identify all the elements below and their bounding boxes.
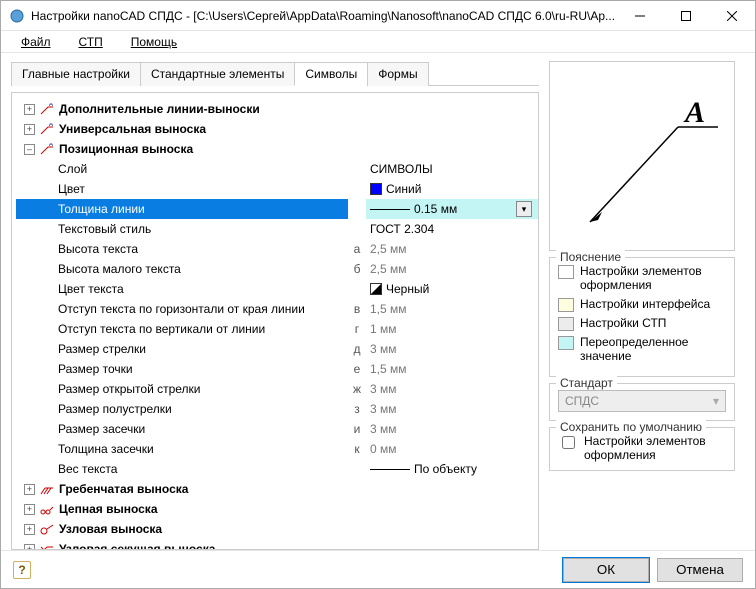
legend-swatch-icon xyxy=(558,265,574,279)
nodal-section-leader-icon xyxy=(39,542,55,549)
tree-node-chain-leader[interactable]: + Цепная выноска xyxy=(16,499,538,519)
legend-item: Настройки интерфейса xyxy=(558,297,726,312)
app-icon xyxy=(9,8,25,24)
standard-group: Стандарт СПДС ▾ xyxy=(549,383,735,421)
save-default-group: Сохранить по умолчанию Настройки элемент… xyxy=(549,427,735,471)
svg-text:A: A xyxy=(49,103,53,108)
chevron-down-icon: ▾ xyxy=(713,394,719,408)
prop-line-thickness[interactable]: Толщина линии 0.15 мм ▾ xyxy=(16,199,538,219)
chain-leader-icon xyxy=(39,502,55,516)
svg-text:А: А xyxy=(683,96,705,129)
comb-leader-icon xyxy=(39,482,55,496)
prop-text-weight[interactable]: Вес текста По объекту xyxy=(16,459,538,479)
leader-icon: A xyxy=(39,102,55,116)
save-default-title: Сохранить по умолчанию xyxy=(556,420,706,434)
prop-text-height[interactable]: Высота текста а 2,5 мм xyxy=(16,239,538,259)
tree-node-nodal-section-leader[interactable]: + Узловая секущая выноска xyxy=(16,539,538,549)
legend-title: Пояснение xyxy=(556,250,625,264)
legend-item: Переопределенное значение xyxy=(558,335,726,364)
expand-icon[interactable]: + xyxy=(24,484,35,495)
expand-icon[interactable]: + xyxy=(24,544,35,550)
settings-tree: + A Дополнительные линии-выноски + A Уни… xyxy=(11,92,539,550)
menu-help[interactable]: Помощь xyxy=(119,33,189,51)
prop-text-style[interactable]: Текстовый стиль ГОСТ 2.304 xyxy=(16,219,538,239)
standard-title: Стандарт xyxy=(556,376,617,390)
collapse-icon[interactable]: – xyxy=(24,144,35,155)
prop-tick-thickness[interactable]: Толщина засечки к 0 мм xyxy=(16,439,538,459)
prop-text-color[interactable]: Цвет текста Черный xyxy=(16,279,538,299)
prop-dot-size[interactable]: Размер точки е 1,5 мм xyxy=(16,359,538,379)
tree-node-additional-leaders[interactable]: + A Дополнительные линии-выноски xyxy=(16,99,538,119)
svg-text:A: A xyxy=(49,143,53,148)
prop-arrow-size[interactable]: Размер стрелки д 3 мм xyxy=(16,339,538,359)
leader-icon: A xyxy=(39,122,55,136)
preview-pane: А xyxy=(549,61,735,251)
svg-text:A: A xyxy=(49,123,53,128)
cancel-button[interactable]: Отмена xyxy=(657,558,743,582)
tab-symbols[interactable]: Символы xyxy=(294,62,368,86)
tree-node-nodal-leader[interactable]: + Узловая выноска xyxy=(16,519,538,539)
lineweight-sample-icon xyxy=(370,209,410,210)
prop-tick-size[interactable]: Размер засечки и 3 мм xyxy=(16,419,538,439)
checkbox-label: Настройки элементов оформления xyxy=(584,434,726,462)
expand-icon[interactable]: + xyxy=(24,124,35,135)
expand-icon[interactable]: + xyxy=(24,504,35,515)
leader-icon: A xyxy=(39,142,55,156)
close-button[interactable] xyxy=(709,1,755,31)
menu-stp[interactable]: СТП xyxy=(67,33,115,51)
prop-text-offset-horizontal[interactable]: Отступ текста по горизонтали от края лин… xyxy=(16,299,538,319)
menu-file[interactable]: Файл xyxy=(9,33,63,51)
prop-small-text-height[interactable]: Высота малого текста б 2,5 мм xyxy=(16,259,538,279)
prop-open-arrow-size[interactable]: Размер открытой стрелки ж 3 мм xyxy=(16,379,538,399)
nodal-leader-icon xyxy=(39,522,55,536)
menubar: Файл СТП Помощь xyxy=(1,31,755,53)
tree-node-positional-leader[interactable]: – A Позиционная выноска xyxy=(16,139,538,159)
legend-swatch-icon xyxy=(558,317,574,331)
standard-select[interactable]: СПДС ▾ xyxy=(558,390,726,412)
tabstrip: Главные настройки Стандартные элементы С… xyxy=(11,61,539,86)
prop-text-offset-vertical[interactable]: Отступ текста по вертикали от линии г 1 … xyxy=(16,319,538,339)
settings-tree-scroll[interactable]: + A Дополнительные линии-выноски + A Уни… xyxy=(12,93,538,549)
legend-item: Настройки СТП xyxy=(558,316,726,331)
minimize-button[interactable] xyxy=(617,1,663,31)
ok-button[interactable]: ОК xyxy=(563,558,649,582)
legend-swatch-icon xyxy=(558,298,574,312)
help-icon[interactable]: ? xyxy=(13,561,31,579)
color-swatch-icon xyxy=(370,183,382,195)
tab-forms[interactable]: Формы xyxy=(367,62,428,86)
tab-standard-elements[interactable]: Стандартные элементы xyxy=(140,62,295,86)
legend-swatch-icon xyxy=(558,336,574,350)
expand-icon[interactable]: + xyxy=(24,104,35,115)
titlebar: Настройки nanoCAD СПДС - [C:\Users\Серге… xyxy=(1,1,755,31)
prop-layer[interactable]: Слой СИМВОЛЫ xyxy=(16,159,538,179)
lineweight-sample-icon xyxy=(370,469,410,470)
window-title: Настройки nanoCAD СПДС - [C:\Users\Серге… xyxy=(31,9,617,23)
color-swatch-icon xyxy=(370,283,382,295)
tree-node-universal-leader[interactable]: + A Универсальная выноска xyxy=(16,119,538,139)
prop-half-arrow-size[interactable]: Размер полустрелки з 3 мм xyxy=(16,399,538,419)
maximize-button[interactable] xyxy=(663,1,709,31)
expand-icon[interactable]: + xyxy=(24,524,35,535)
chevron-down-icon[interactable]: ▾ xyxy=(516,201,532,217)
save-default-checkbox[interactable]: Настройки элементов оформления xyxy=(558,434,726,462)
tab-main-settings[interactable]: Главные настройки xyxy=(11,62,141,86)
tree-node-comb-leader[interactable]: + Гребенчатая выноска xyxy=(16,479,538,499)
checkbox-input[interactable] xyxy=(562,436,575,449)
legend-item: Настройки элементов оформления xyxy=(558,264,726,293)
prop-color[interactable]: Цвет Синий xyxy=(16,179,538,199)
legend-group: Пояснение Настройки элементов оформления… xyxy=(549,257,735,377)
